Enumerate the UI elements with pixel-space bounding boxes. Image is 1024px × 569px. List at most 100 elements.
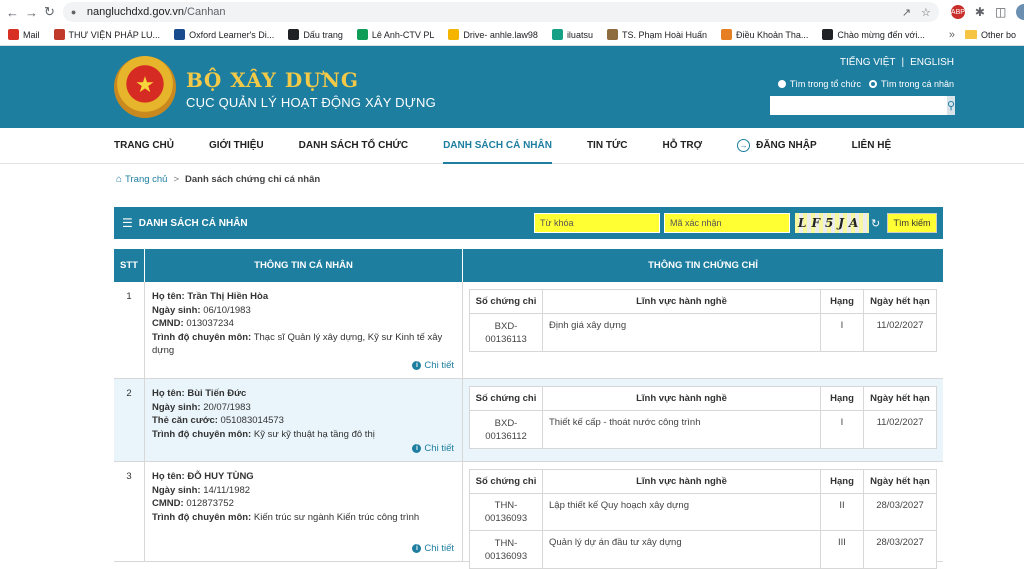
bookmark-star-icon[interactable]: ☆ [921,6,931,19]
detail-link[interactable]: i Chi tiết [412,442,454,456]
info-field: Trình độ chuyên môn: Kiến trúc sư ngành … [152,511,454,525]
extensions-puzzle-icon[interactable]: ✱ [975,5,985,19]
bookmark-label: Điều Khoản Tha... [736,29,809,40]
lang-vietnamese[interactable]: TIẾNG VIỆT [840,57,896,68]
info-field: Trình độ chuyên môn: Thạc sĩ Quản lý xây… [152,331,454,358]
rank: II [821,494,864,530]
field-value: Kỹ sư kỹ thuật hạ tầng đô thị [253,428,375,440]
nav-item[interactable]: DANH SÁCH CÁ NHÂN [443,128,552,164]
info-field: CMND: 012873752 [152,497,454,511]
nav-item[interactable]: → ĐĂNG NHẬP [737,128,817,164]
nav-item-label: ĐĂNG NHẬP [756,140,817,151]
search-icon[interactable]: ⚲ [947,96,956,115]
bookmark-favicon-icon [606,29,618,40]
list-toolbar: ☰ DANH SÁCH CÁ NHÂN Từ khóa Mã xác nhận … [114,207,943,239]
radio-individual[interactable]: Tìm trong cá nhân [868,79,954,89]
bookmark-label: iluatsu [566,29,593,40]
certificate-info: Số chứng chỉ Lĩnh vực hành nghề Hạng Ngày h… [463,379,943,461]
refresh-captcha-icon[interactable]: ↻ [871,217,880,230]
search-scope: Tìm trong tổ chức Tìm trong cá nhân [777,79,954,89]
home-icon: ⌂ [116,173,123,185]
more-bookmarks-icon[interactable]: » [949,29,955,41]
bookmark-item[interactable]: Dấu trang [288,29,343,40]
nav-item[interactable]: TIN TỨC [587,128,628,164]
breadcrumb-home[interactable]: Trang chủ [125,174,167,185]
bookmark-item[interactable]: Mail [8,29,40,40]
radio-on-icon [868,80,877,88]
col-stt: STT [114,249,145,282]
info-icon: i [412,543,422,553]
field-label: Họ tên: [152,291,185,302]
certificate-col-header: Lĩnh vực hành nghề [543,387,821,410]
row-stt: 3 [114,462,145,561]
certificate-col-header: Ngày hết hạn [870,296,930,307]
national-emblem-logo[interactable]: ★ [114,56,176,118]
nav-item[interactable]: HỖ TRỢ [662,128,702,164]
field-value: 012873752 [186,498,234,509]
bookmark-item[interactable]: THƯ VIỆN PHÁP LU... [53,29,161,40]
search-button[interactable]: Tìm kiếm [887,213,937,233]
keyword-input[interactable]: Từ khóa [534,213,660,233]
field-label: Trình độ chuyên môn: [152,428,252,440]
field-value: 20/07/1983 [203,401,251,413]
detail-label: Chi tiết [424,442,454,454]
address-bar[interactable]: ● nangluchdxd.gov.vn/Canhan ↗ ☆ [62,2,939,22]
bookmark-item[interactable]: Điều Khoản Tha... [721,29,808,40]
certificate-info: Số chứng chỉ Lĩnh vực hành nghề Hạng Ngày h… [463,462,943,569]
table-header: STT THÔNG TIN CÁ NHÂN THÔNG TIN CHỨNG CH… [114,249,943,282]
field-value: 06/10/1983 [203,304,251,316]
lock-icon: ● [70,7,77,17]
nav-item[interactable]: GIỚI THIỆU [209,128,264,164]
bookmark-item[interactable]: Oxford Learner's Di... [174,29,274,40]
personal-info: Họ tên: Bùi Tiến Đức Ngày sinh: 20/07/198… [145,379,463,461]
certificate-table-header: Số chứng chỉ Lĩnh vực hành nghề Hạng Ngày h… [470,290,936,314]
detail-label: Chi tiết [424,359,454,371]
detail-link[interactable]: i Chi tiết [412,542,454,556]
header-search-input[interactable] [770,96,947,115]
rank: III [821,531,864,568]
bookmark-item[interactable]: Chào mừng đến với... [822,29,925,40]
captcha-input[interactable]: Mã xác nhận [664,213,790,233]
nav-item-label: LIÊN HỆ [851,140,892,151]
radio-off-icon [777,80,786,88]
bookmark-item[interactable]: Lê Anh-CTV PL [356,29,434,40]
sidebar-icon[interactable]: ◫ [995,5,1006,19]
bookmark-favicon-icon [288,29,300,40]
field-label: Ngày sinh: [152,484,201,496]
table-row: 2 Họ tên: Bùi Tiến Đức Ngày sinh: 20/07/19… [114,379,943,462]
language-switcher: TIẾNG VIỆT | ENGLISH [839,57,954,68]
nav-item[interactable]: TRANG CHỦ [114,128,174,164]
bookmark-item[interactable]: TS. Phạm Hoài Huấn [606,29,707,40]
info-field: Thẻ căn cước: 051083014573 [152,414,454,428]
certificate-number: THN- 00136093 [470,494,543,530]
table-row: 3 Họ tên: ĐỖ HUY TÙNG Ngày sinh: 14/11/198… [114,462,943,569]
back-icon[interactable]: ← [6,3,19,21]
reload-icon[interactable]: ↻ [44,3,55,21]
bookmark-label: Chào mừng đến với... [837,29,925,40]
field-label: Thẻ căn cước: [152,415,218,426]
nav-item-label: DANH SÁCH TỔ CHỨC [298,140,409,151]
profile-avatar[interactable] [1016,4,1024,20]
detail-link[interactable]: i Chi tiết [412,359,454,373]
nav-item-label: TRANG CHỦ [114,140,174,151]
lang-english[interactable]: ENGLISH [910,57,954,68]
adblock-icon[interactable]: ABP [950,5,965,19]
certificate-col-header: Hạng [821,387,864,410]
expiry-date: 28/03/2027 [876,537,924,548]
radio-organization[interactable]: Tìm trong tổ chức [777,79,861,89]
forward-icon[interactable]: → [25,3,38,21]
share-icon[interactable]: ↗ [902,6,911,19]
nav-item[interactable]: LIÊN HỆ [852,128,891,164]
bookmark-label: THƯ VIỆN PHÁP LU... [68,29,161,40]
field-label: Trình độ chuyên môn: [152,511,252,523]
bookmark-label: TS. Phạm Hoài Huấn [621,29,707,40]
other-bookmarks[interactable]: Other bo [981,30,1016,40]
info-field: Ngày sinh: 20/07/1983 [152,401,454,415]
certificate-table-header: Số chứng chỉ Lĩnh vực hành nghề Hạng Ngày h… [470,470,936,494]
bookmark-item[interactable]: Drive- anhle.law98 [448,29,538,40]
info-icon: i [412,443,422,453]
field-label: Họ tên: [152,388,185,399]
nav-item[interactable]: DANH SÁCH TỔ CHỨC [299,128,408,164]
bookmark-item[interactable]: iluatsu [551,29,593,40]
certificate-col-header: Lĩnh vực hành nghề [543,470,821,493]
